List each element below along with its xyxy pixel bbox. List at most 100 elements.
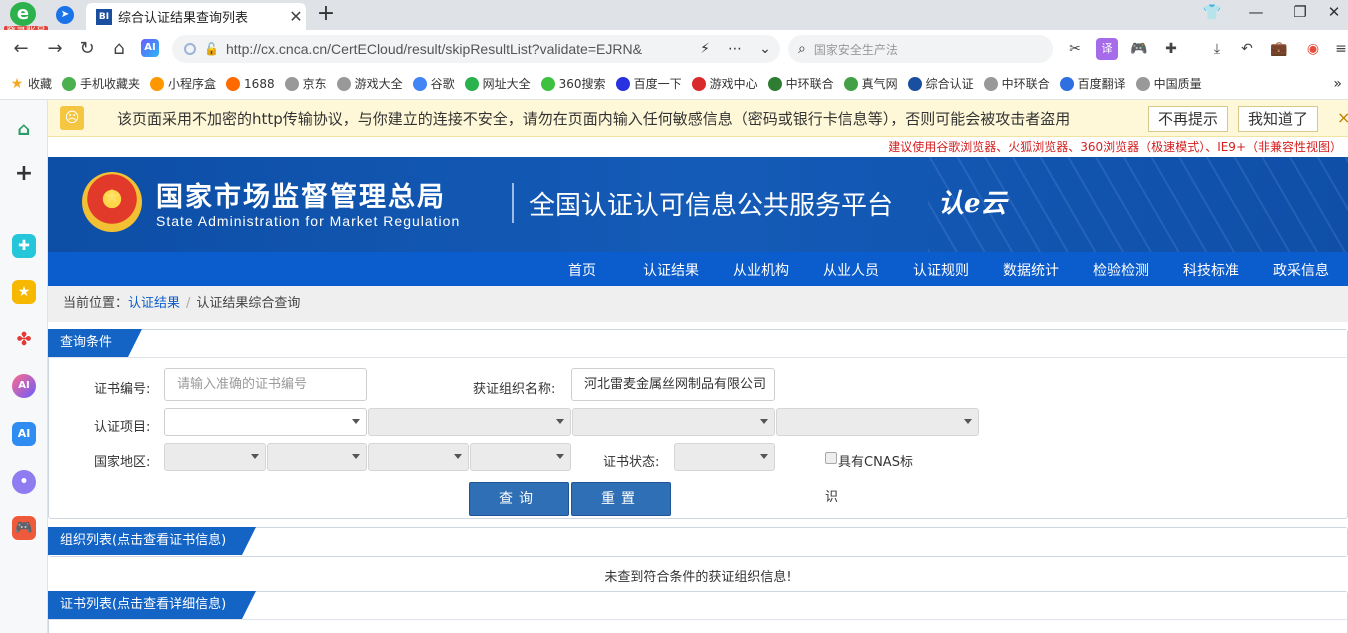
org-name-input[interactable]: 河北雷麦金属丝网制品有限公司 (571, 368, 775, 401)
bookmark-favicon-icon (540, 76, 555, 91)
bookmark-item[interactable]: 百度翻译 (1059, 75, 1126, 92)
nav-item[interactable]: 政采信息 (1273, 260, 1329, 280)
breadcrumb-prefix: 当前位置： (63, 296, 129, 311)
bookmark-favicon-icon (226, 76, 241, 91)
acknowledge-button[interactable]: 我知道了 (1238, 106, 1318, 132)
sidebar-add-icon[interactable]: + (12, 162, 36, 186)
project-select-4[interactable] (776, 408, 979, 436)
address-bar[interactable]: 🔓 http://cx.cnca.cn/CertECloud/result/sk… (172, 35, 780, 63)
undo-icon[interactable]: ↶ (1236, 38, 1258, 60)
ai-assistant-icon[interactable]: AI (141, 39, 159, 57)
nav-item[interactable]: 科技标准 (1183, 260, 1239, 280)
bookmark-item[interactable]: 游戏大全 (336, 75, 403, 92)
sidebar-network-icon[interactable]: ✤ (12, 328, 36, 352)
bookmark-item[interactable]: 真气网 (843, 75, 898, 92)
cnas-label: 具有CNAS标 (838, 455, 913, 470)
nav-item[interactable]: 从业机构 (733, 260, 789, 280)
reload-icon[interactable]: ↻ (74, 36, 100, 62)
bookmark-item[interactable]: 游戏中心 (691, 75, 758, 92)
project-label: 认证项目: (94, 420, 151, 435)
nav-item[interactable]: 认证结果 (643, 260, 699, 280)
sidebar-star-icon[interactable]: ★ (12, 280, 36, 304)
search-text[interactable]: 国家安全生产法 (814, 41, 898, 58)
breadcrumb-link-results[interactable]: 认证结果 (128, 296, 180, 311)
extensions-icon[interactable]: ✚ (1160, 38, 1182, 60)
download-icon[interactable]: ⤓ (1206, 38, 1228, 60)
bookmark-label: 360搜索 (558, 77, 606, 91)
game-icon[interactable]: 🎮 (1128, 38, 1150, 60)
pinned-tab[interactable]: ➤ (50, 4, 80, 26)
back-icon[interactable]: ← (8, 36, 34, 62)
bookmark-item[interactable]: 中环联合 (767, 75, 834, 92)
cert-list-title[interactable]: 证书列表(点击查看详细信息) (48, 591, 257, 619)
dismiss-forever-button[interactable]: 不再提示 (1148, 106, 1228, 132)
briefcase-icon[interactable]: 💼 (1268, 38, 1290, 60)
sidebar-game-icon[interactable]: 🎮 (12, 516, 36, 540)
cert-no-input[interactable]: 请输入准确的证书编号 (164, 368, 367, 401)
nav-item[interactable]: 数据统计 (1003, 260, 1059, 280)
bookmark-item[interactable]: ★ 收藏 (10, 75, 52, 92)
cnas-checkbox[interactable] (825, 452, 837, 464)
warning-close-icon[interactable]: × (1337, 108, 1348, 127)
forward-icon[interactable]: → (42, 36, 68, 62)
bookmark-favicon-icon (1135, 76, 1150, 91)
sidebar-ai-circle-icon[interactable]: AI (12, 374, 36, 398)
sidebar-bot-icon[interactable]: • (12, 470, 36, 494)
project-select-1[interactable] (164, 408, 367, 436)
project-select-3[interactable] (572, 408, 775, 436)
bookmark-item[interactable]: 综合认证 (907, 75, 974, 92)
bookmark-item[interactable]: 百度一下 (615, 75, 682, 92)
translate-icon[interactable]: 译 (1096, 38, 1118, 60)
bookmark-item[interactable]: 网址大全 (464, 75, 531, 92)
bookmark-item[interactable]: 1688 (226, 76, 275, 91)
bookmarks-overflow-icon[interactable]: » (1333, 76, 1342, 92)
site-info-icon[interactable] (184, 43, 196, 55)
bookmark-item[interactable]: 小程序盒 (150, 75, 216, 92)
nav-item[interactable]: 首页 (568, 260, 596, 280)
bookmark-favicon-icon (464, 76, 479, 91)
region-select-4[interactable] (470, 443, 571, 471)
org-list-panel: 组织列表(点击查看证书信息) (48, 527, 1348, 557)
shirt-icon[interactable]: 👕 (1190, 0, 1234, 26)
more-dots-icon[interactable]: ⋯ (720, 41, 750, 57)
bookmark-favicon-icon (615, 76, 630, 91)
query-panel-header: 查询条件 (48, 329, 1347, 358)
scissors-icon[interactable]: ✂ (1064, 38, 1086, 60)
nav-item[interactable]: 从业人员 (823, 260, 879, 280)
nav-item[interactable]: 认证规则 (913, 260, 969, 280)
bookmark-item[interactable]: 360搜索 (540, 75, 606, 92)
lightning-icon[interactable]: ⚡ (690, 41, 720, 57)
bookmark-item[interactable]: 中国质量 (1135, 75, 1202, 92)
reset-button[interactable]: 重置 (571, 482, 671, 516)
insecure-lock-icon[interactable]: 🔓 (204, 42, 219, 56)
url-text[interactable]: http://cx.cnca.cn/CertECloud/result/skip… (226, 41, 690, 57)
status-select[interactable] (674, 443, 775, 471)
bookmark-item[interactable]: 中环联合 (983, 75, 1050, 92)
close-window-button[interactable]: ✕ (1312, 0, 1348, 26)
sidebar-app-icon[interactable]: ✚ (12, 234, 36, 258)
region-select-3[interactable] (368, 443, 469, 471)
org-list-title[interactable]: 组织列表(点击查看证书信息) (48, 527, 257, 555)
query-panel: 查询条件 证书编号: 请输入准确的证书编号 获证组织名称: 河北雷麦金属丝网制品… (48, 329, 1348, 519)
search-button[interactable]: 查询 (469, 482, 569, 516)
search-box[interactable]: ⌕ 国家安全生产法 (788, 35, 1053, 63)
new-tab-button[interactable]: + (314, 3, 338, 27)
bookmark-item[interactable]: 京东 (284, 75, 327, 92)
project-select-2[interactable] (368, 408, 571, 436)
menu-icon[interactable]: ≡ (1330, 38, 1348, 60)
minimize-button[interactable]: — (1234, 0, 1278, 26)
active-tab[interactable]: BI 综合认证结果查询列表 ✕ (86, 3, 306, 30)
chevron-down-icon[interactable]: ⌄ (750, 41, 780, 57)
region-select-1[interactable] (164, 443, 266, 471)
bookmark-label: 真气网 (861, 77, 898, 91)
colorful-ai-icon[interactable]: ◉ (1302, 38, 1324, 60)
sidebar-home-icon[interactable]: ⌂ (12, 118, 36, 142)
tab-title: 综合认证结果查询列表 (118, 11, 249, 26)
sidebar-ai-icon[interactable]: AI (12, 422, 36, 446)
bookmark-item[interactable]: 手机收藏夹 (62, 75, 140, 92)
home-icon[interactable]: ⌂ (106, 36, 132, 62)
bookmark-item[interactable]: 谷歌 (412, 75, 455, 92)
tab-close-icon[interactable]: ✕ (286, 7, 306, 26)
region-select-2[interactable] (267, 443, 367, 471)
nav-item[interactable]: 检验检测 (1093, 260, 1149, 280)
